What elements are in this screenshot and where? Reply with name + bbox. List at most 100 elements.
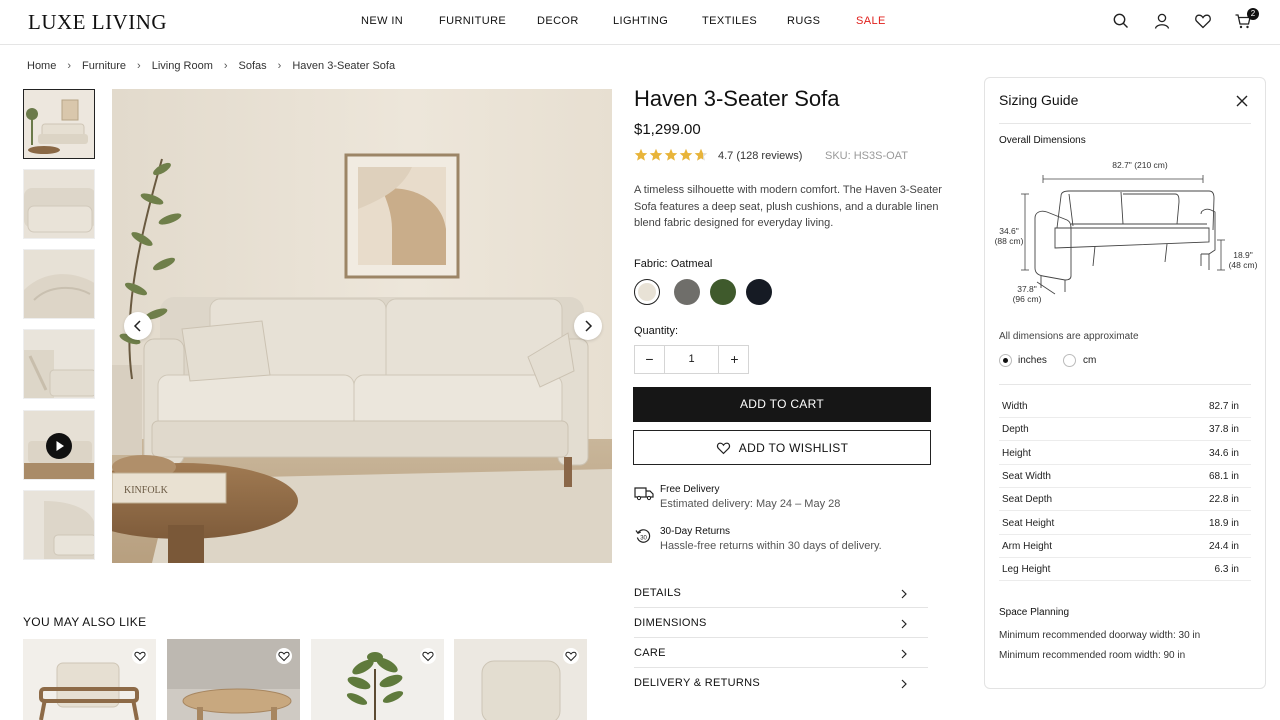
fabric-label: Fabric: Oatmeal (634, 258, 713, 270)
thumbnail-6[interactable] (23, 490, 95, 560)
breadcrumb-living-room[interactable]: Living Room (152, 60, 213, 72)
nav-furniture[interactable]: FURNITURE (439, 15, 506, 27)
svg-text:30: 30 (640, 536, 647, 542)
recommended-item-table[interactable] (167, 639, 300, 720)
wishlist-heart-icon[interactable] (132, 648, 148, 664)
perk-title: 30-Day Returns (660, 526, 731, 537)
site-header: LUXE LIVING NEW IN FURNITURE DECOR LIGHT… (0, 0, 1280, 45)
recommended-item-armchair[interactable] (23, 639, 156, 720)
wishlist-heart-icon[interactable] (276, 648, 292, 664)
recommended-item-pillow[interactable] (454, 639, 587, 720)
truck-icon (634, 485, 654, 506)
swatch-navy[interactable] (746, 279, 772, 305)
nav-rugs[interactable]: RUGS (787, 15, 820, 27)
accordion-dimensions[interactable]: DIMENSIONS (634, 608, 928, 638)
returns-icon: 30 (635, 528, 652, 550)
search-icon[interactable] (1112, 12, 1132, 32)
accordion-details[interactable]: DETAILS (634, 578, 928, 608)
thumbnail-3[interactable] (23, 249, 95, 319)
dimensions-note: All dimensions are approximate (999, 331, 1139, 342)
fabric-selected-name: Oatmeal (670, 258, 713, 270)
thumbnail-video[interactable] (23, 410, 95, 480)
swatch-oatmeal[interactable] (634, 279, 660, 305)
cart-icon[interactable]: 2 (1234, 8, 1259, 32)
spec-row-height: Height 34.6 in (999, 442, 1251, 466)
breadcrumb: Home › Furniture › Living Room › Sofas ›… (27, 60, 395, 72)
thumbnail-2[interactable] (23, 169, 95, 239)
overall-dimensions-title: Overall Dimensions (999, 135, 1086, 146)
space-planning-title: Space Planning (999, 607, 1070, 618)
cart-count-badge: 2 (1247, 8, 1259, 20)
breadcrumb-current: Haven 3-Seater Sofa (292, 60, 396, 72)
perk-subtitle: Hassle-free returns within 30 days of de… (660, 540, 882, 552)
rating-text[interactable]: 4.7 (128 reviews) (718, 150, 802, 162)
chevron-right-icon (901, 679, 907, 689)
add-to-wishlist-button[interactable]: ADD TO WISHLIST (633, 430, 931, 465)
chevron-right-icon (901, 649, 907, 659)
next-image-button[interactable] (574, 312, 602, 340)
product-description: A timeless silhouette with modern comfor… (634, 184, 942, 229)
recommended-item-plant[interactable] (311, 639, 444, 720)
chevron-right-icon: › (277, 60, 282, 72)
accordion-delivery-returns[interactable]: DELIVERY & RETURNS (634, 668, 928, 698)
chevron-right-icon (901, 589, 907, 599)
sofa-dimension-diagram: 82.7" (210 cm) 34.6" (88 cm) 37.8" (96 cm)… (995, 158, 1258, 318)
unit-inches-radio[interactable] (999, 354, 1012, 367)
rating-stars[interactable] (634, 148, 710, 167)
heart-icon[interactable] (1194, 12, 1214, 32)
chevron-right-icon: › (137, 60, 141, 72)
width-dimension-label: 82.7" (210 cm) (1112, 160, 1168, 170)
close-icon[interactable] (1234, 93, 1250, 109)
svg-text:KINFOLK: KINFOLK (124, 485, 169, 496)
spec-row-depth: Depth 37.8 in (999, 418, 1251, 442)
breadcrumb-home[interactable]: Home (27, 60, 56, 72)
thumbnail-1[interactable] (23, 89, 95, 159)
quantity-input[interactable]: 1 (664, 346, 719, 373)
perk-title: Free Delivery (660, 484, 720, 495)
unit-cm-radio[interactable] (1063, 354, 1076, 367)
you-may-also-like-title: YOU MAY ALSO LIKE (23, 615, 147, 629)
prev-image-button[interactable] (124, 312, 152, 340)
space-planning-room: Minimum recommended room width: 90 in (999, 650, 1186, 661)
spec-row-seat-depth: Seat Depth 22.8 in (999, 488, 1251, 512)
swatch-grey[interactable] (674, 279, 700, 305)
unit-inches-label[interactable]: inches (1018, 355, 1047, 366)
spec-row-seat-height: Seat Height 18.9 in (999, 512, 1251, 536)
nav-decor[interactable]: DECOR (537, 15, 579, 27)
unit-cm-label[interactable]: cm (1083, 355, 1096, 366)
sizing-guide-panel: Sizing Guide Overall Dimensions 82.7" (2… (984, 77, 1266, 689)
quantity-increase-button[interactable]: + (720, 346, 749, 373)
quantity-label: Quantity: (634, 325, 679, 337)
product-sku: SKU: HS3S-OAT (825, 150, 908, 162)
chevron-right-icon: › (223, 60, 228, 72)
quantity-stepper: − 1 + (634, 345, 749, 374)
spec-row-arm-height: Arm Height 24.4 in (999, 535, 1251, 559)
user-icon[interactable] (1153, 12, 1173, 32)
divider (999, 123, 1251, 124)
accordion-care[interactable]: CARE (634, 638, 928, 668)
breadcrumb-furniture[interactable]: Furniture (82, 60, 126, 72)
nav-lighting[interactable]: LIGHTING (613, 15, 668, 27)
breadcrumb-sofas[interactable]: Sofas (239, 60, 267, 72)
play-icon[interactable] (46, 433, 72, 459)
add-to-cart-button[interactable]: ADD TO CART (633, 387, 931, 422)
heart-icon (716, 442, 730, 454)
quantity-decrease-button[interactable]: − (635, 346, 664, 373)
depth-dimension-label: 37.8" (96 cm) (1012, 284, 1042, 304)
product-main-image: KINFOLK (112, 89, 612, 563)
chevron-right-icon (901, 619, 907, 629)
spec-row-width: Width 82.7 in (999, 395, 1251, 419)
sizing-guide-title: Sizing Guide (999, 92, 1079, 108)
free-delivery-perk: Free Delivery Estimated delivery: May 24… (660, 484, 840, 510)
perk-subtitle: Estimated delivery: May 24 – May 28 (660, 498, 841, 510)
wishlist-heart-icon[interactable] (420, 648, 436, 664)
space-planning-doorway: Minimum recommended doorway width: 30 in (999, 630, 1201, 641)
nav-sale[interactable]: SALE (856, 15, 886, 27)
swatch-olive[interactable] (710, 279, 736, 305)
returns-perk: 30-Day Returns Hassle-free returns withi… (660, 526, 882, 552)
nav-textiles[interactable]: TEXTILES (702, 15, 757, 27)
nav-new-in[interactable]: NEW IN (361, 15, 403, 27)
thumbnail-4[interactable] (23, 329, 95, 399)
wishlist-heart-icon[interactable] (563, 648, 579, 664)
brand-logo[interactable]: LUXE LIVING (28, 10, 167, 35)
